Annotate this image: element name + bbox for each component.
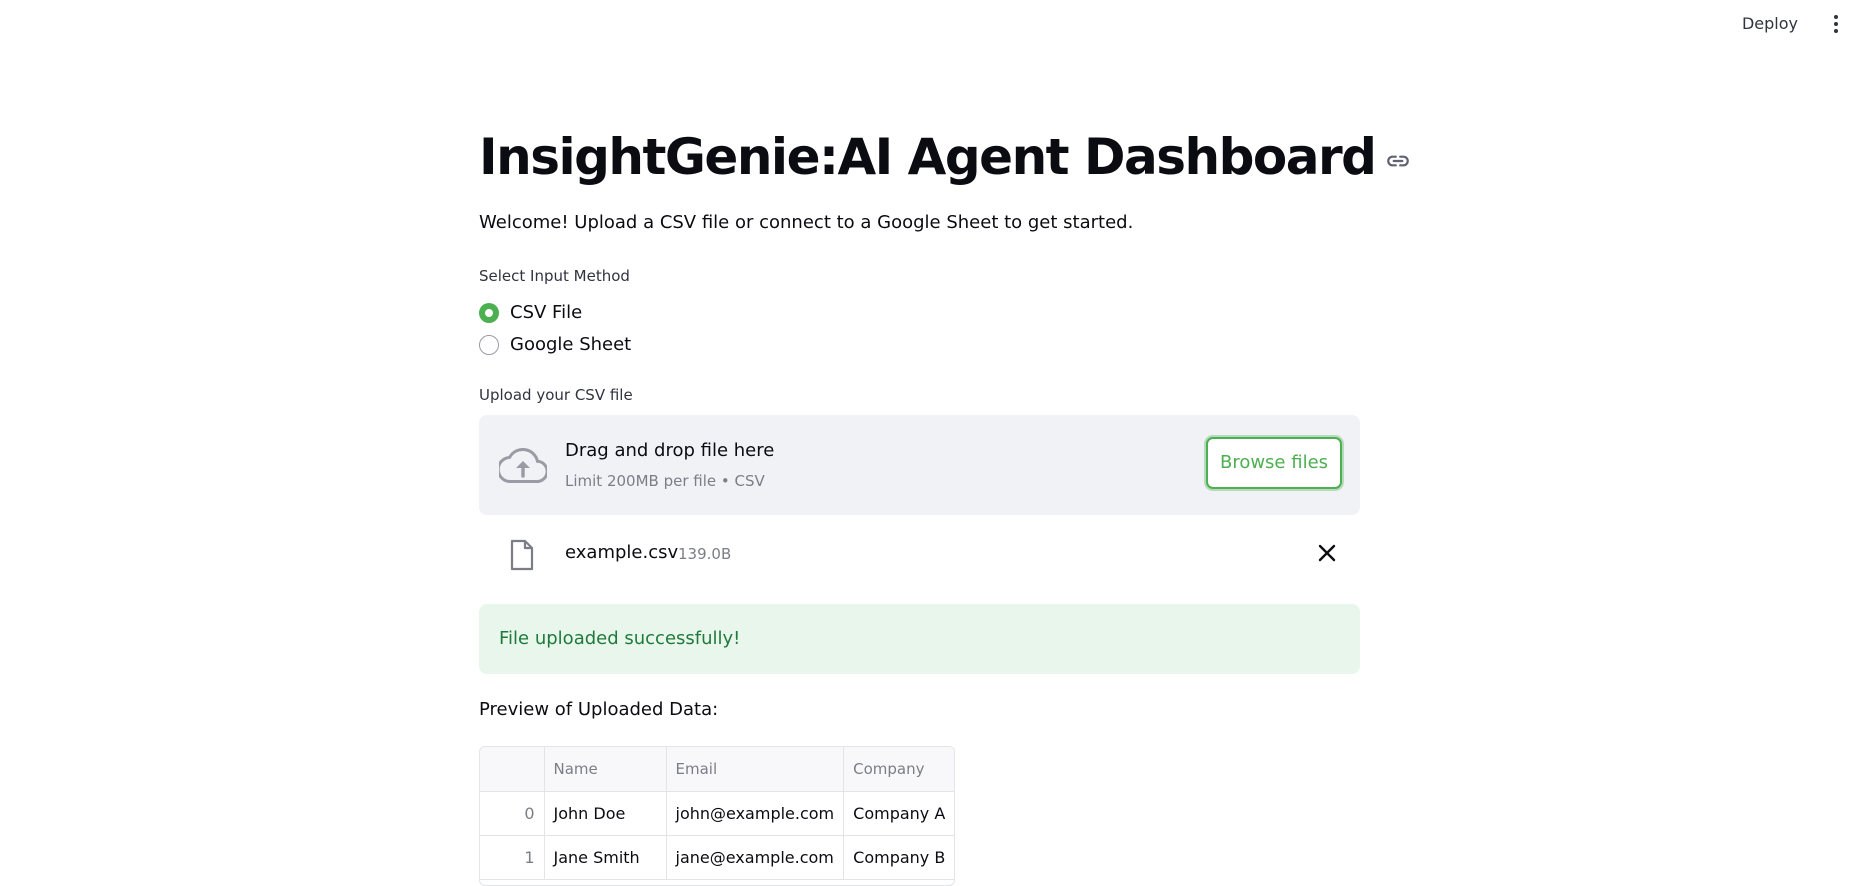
cell-email[interactable]: john@example.com	[666, 791, 845, 836]
upload-label: Upload your CSV file	[479, 386, 633, 404]
close-icon[interactable]	[1316, 542, 1338, 564]
file-size: 139.0B	[678, 545, 732, 563]
file-dropzone[interactable]: Drag and drop file here Limit 200MB per …	[479, 415, 1360, 515]
radio-selected-icon[interactable]	[479, 302, 499, 323]
browse-files-button[interactable]: Browse files	[1206, 437, 1342, 489]
uploaded-file-row: example.csv 139.0B	[479, 535, 1360, 571]
dropzone-limit-text: Limit 200MB per file • CSV	[565, 472, 765, 490]
column-header-email[interactable]: Email	[666, 747, 845, 792]
cell-name[interactable]: Jane Smith	[544, 835, 667, 880]
table-row: 0 John Doe john@example.com Company A	[480, 791, 955, 836]
radio-unselected-icon[interactable]	[479, 334, 499, 355]
row-index: 0	[480, 791, 545, 836]
link-icon[interactable]	[1385, 148, 1411, 174]
cell-email[interactable]: jane@example.com	[666, 835, 845, 880]
file-name: example.csv	[565, 542, 679, 563]
deploy-button[interactable]: Deploy	[1730, 9, 1810, 39]
row-index: 1	[480, 835, 545, 880]
welcome-text: Welcome! Upload a CSV file or connect to…	[479, 212, 1134, 233]
table-row: 1 Jane Smith jane@example.com Company B	[480, 835, 955, 880]
dropzone-title: Drag and drop file here	[565, 440, 775, 461]
input-method-label: Select Input Method	[479, 267, 630, 285]
table-header-row: Name Email Company	[480, 747, 955, 792]
top-toolbar: Deploy	[0, 0, 1858, 48]
cell-company[interactable]: Company A	[843, 791, 955, 836]
page-title: InsightGenie:AI Agent Dashboard	[479, 128, 1377, 186]
cloud-upload-icon	[499, 447, 547, 483]
column-header-name[interactable]: Name	[544, 747, 667, 792]
preview-label: Preview of Uploaded Data:	[479, 699, 719, 720]
column-header-company[interactable]: Company	[843, 747, 955, 792]
radio-label-csv-file: CSV File	[510, 302, 583, 323]
kebab-menu-icon[interactable]	[1824, 12, 1848, 36]
column-header-index[interactable]	[480, 747, 545, 792]
file-icon	[510, 539, 534, 571]
page-header: InsightGenie:AI Agent Dashboard	[479, 122, 1411, 192]
success-alert: File uploaded successfully!	[479, 604, 1360, 674]
radio-option-google-sheet[interactable]: Google Sheet	[479, 334, 631, 355]
cell-company[interactable]: Company B	[843, 835, 955, 880]
data-preview-table[interactable]: Name Email Company 0 John Doe john@examp…	[479, 746, 956, 886]
radio-option-csv-file[interactable]: CSV File	[479, 302, 582, 323]
cell-name[interactable]: John Doe	[544, 791, 667, 836]
radio-label-google-sheet: Google Sheet	[510, 334, 632, 355]
